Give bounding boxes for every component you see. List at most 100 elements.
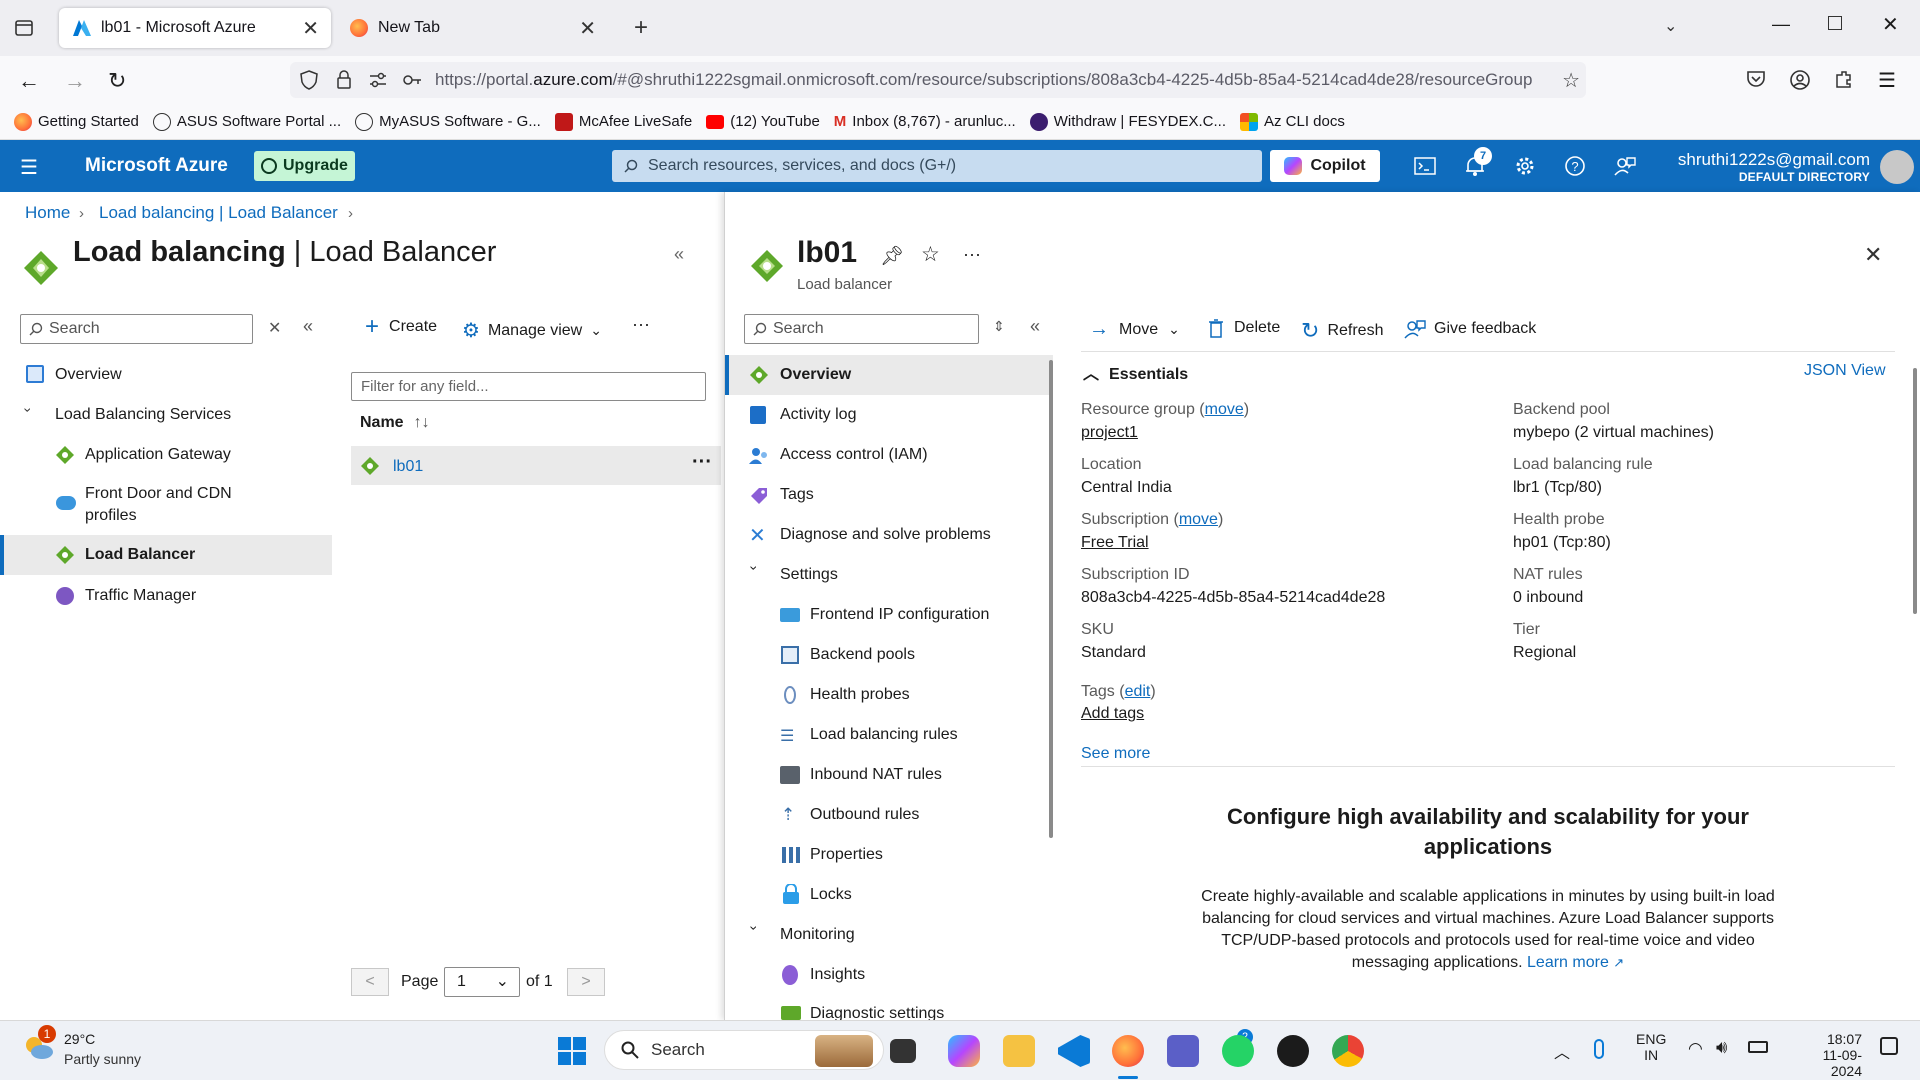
bookmark-star-icon[interactable]: ☆ [1562, 68, 1580, 93]
language-indicator[interactable]: ENG IN [1636, 1031, 1666, 1063]
azure-brand[interactable]: Microsoft Azure [85, 155, 228, 177]
collapse-menu-icon[interactable]: « [1030, 316, 1040, 337]
favorite-star-icon[interactable]: ☆ [921, 242, 940, 267]
chevron-up-icon[interactable]: ︿ [1554, 1039, 1570, 1063]
menu-frontend-ip[interactable]: Frontend IP configuration [810, 606, 989, 624]
expand-collapse-icon[interactable]: ⇕ [993, 318, 1005, 335]
create-button[interactable]: + Create [365, 315, 437, 339]
tab-azure[interactable]: lb01 - Microsoft Azure ✕ [59, 8, 331, 48]
more-actions-icon[interactable]: ··· [963, 244, 981, 265]
more-actions-icon[interactable]: ··· [632, 314, 650, 335]
clock[interactable]: 18:07 11-09-2024 [1792, 1031, 1862, 1079]
key-icon[interactable] [402, 71, 422, 89]
menu-backend-pools[interactable]: Backend pools [810, 646, 915, 664]
shield-icon[interactable] [300, 70, 318, 90]
bookmark-myasus[interactable]: MyASUS Software - G... [355, 112, 541, 131]
bookmark-youtube[interactable]: (12) YouTube [706, 113, 820, 130]
menu-insights[interactable]: Insights [810, 966, 865, 984]
page-select[interactable]: 1 ⌄ [444, 967, 520, 997]
nav-traffic-manager[interactable]: Traffic Manager [85, 587, 196, 605]
chevron-down-icon[interactable]: › [746, 926, 762, 931]
move-rg-link[interactable]: move [1205, 401, 1244, 418]
menu-tags[interactable]: Tags [780, 486, 814, 504]
prev-page-button[interactable]: < [351, 968, 389, 996]
refresh-button[interactable]: ↻ Refresh [1301, 318, 1383, 344]
bookmark-getting-started[interactable]: Getting Started [14, 112, 139, 131]
menu-scrollbar[interactable] [1049, 360, 1053, 838]
move-sub-link[interactable]: move [1179, 511, 1218, 528]
lock-icon[interactable] [336, 70, 352, 90]
close-tab-icon[interactable]: ✕ [579, 16, 596, 41]
nav-load-balancing-services[interactable]: Load Balancing Services [55, 406, 231, 424]
forward-icon[interactable]: → [64, 68, 86, 94]
restore-icon[interactable] [1828, 16, 1842, 30]
tab-list-icon[interactable] [14, 18, 34, 38]
row-more-icon[interactable]: ··· [692, 451, 712, 474]
resource-group-value[interactable]: project1 [1081, 424, 1138, 442]
close-window-icon[interactable]: ✕ [1882, 12, 1899, 37]
chevron-down-icon[interactable]: ⌄ [1664, 16, 1677, 36]
account-icon[interactable] [1789, 69, 1811, 91]
menu-activity-log[interactable]: Activity log [780, 406, 856, 424]
chevron-down-icon[interactable]: › [746, 566, 762, 571]
menu-properties[interactable]: Properties [810, 846, 883, 864]
notification-center-icon[interactable] [1880, 1037, 1898, 1055]
extensions-icon[interactable] [1834, 69, 1854, 89]
subscription-value[interactable]: Free Trial [1081, 534, 1149, 552]
feedback-button[interactable]: Give feedback [1404, 318, 1536, 340]
nav-overview[interactable]: Overview [55, 366, 122, 384]
left-search-input[interactable]: Search [20, 314, 253, 344]
clear-search-icon[interactable]: ✕ [268, 318, 281, 338]
learn-more-link[interactable]: Learn more ↗ [1527, 954, 1624, 971]
volume-icon[interactable]: 🔊︎ [1716, 1037, 1727, 1058]
essentials-toggle[interactable]: ︿ Essentials [1083, 360, 1188, 384]
windows-start-icon[interactable] [556, 1035, 588, 1067]
breadcrumb-load-balancing[interactable]: Load balancing | Load Balancer [99, 203, 338, 223]
move-button[interactable]: → Move ⌄ [1089, 318, 1180, 341]
task-view-icon[interactable] [890, 1039, 916, 1063]
add-tags-link[interactable]: Add tags [1081, 705, 1144, 723]
menu-inbound-nat[interactable]: Inbound NAT rules [810, 766, 942, 784]
portal-menu-icon[interactable]: ☰ [20, 155, 38, 180]
menu-outbound-rules[interactable]: Outbound rules [810, 806, 919, 824]
microphone-icon[interactable] [1594, 1039, 1604, 1059]
bookmark-az-cli[interactable]: Az CLI docs [1239, 112, 1345, 131]
upgrade-button[interactable]: Upgrade [254, 151, 355, 181]
whatsapp-icon[interactable] [1222, 1035, 1254, 1067]
file-explorer-icon[interactable] [1003, 1035, 1035, 1067]
copilot-app-icon[interactable] [948, 1035, 980, 1067]
menu-locks[interactable]: Locks [810, 886, 852, 904]
firefox-taskbar-icon[interactable] [1112, 1035, 1144, 1067]
battery-icon[interactable] [1748, 1041, 1768, 1053]
bookmark-mcafee[interactable]: McAfee LiveSafe [554, 112, 692, 131]
edit-tags-link[interactable]: edit [1125, 683, 1151, 700]
bookmark-fesydex[interactable]: Withdraw | FESYDEX.C... [1029, 112, 1226, 131]
nav-application-gateway[interactable]: Application Gateway [85, 446, 231, 464]
close-blade-icon[interactable]: ✕ [1864, 242, 1882, 268]
see-more-link[interactable]: See more [1081, 745, 1150, 763]
pocket-icon[interactable] [1746, 69, 1766, 89]
content-scrollbar[interactable] [1913, 368, 1917, 614]
help-icon[interactable]: ? [1563, 154, 1587, 178]
new-tab-icon[interactable]: + [634, 14, 648, 42]
breadcrumb-home[interactable]: Home [25, 203, 70, 223]
menu-access-control[interactable]: Access control (IAM) [780, 446, 928, 464]
cloud-shell-icon[interactable] [1413, 154, 1437, 178]
menu-diagnose[interactable]: Diagnose and solve problems [780, 526, 991, 544]
url-bar[interactable]: https://portal.azure.com/#@shruthi1222sg… [290, 62, 1586, 98]
row-name-link[interactable]: lb01 [393, 458, 423, 476]
reload-icon[interactable]: ↻ [108, 68, 126, 94]
column-header-name[interactable]: Name ↑↓ [360, 414, 430, 432]
copilot-button[interactable]: Copilot [1270, 150, 1380, 182]
chrome-icon[interactable] [1332, 1035, 1364, 1067]
permissions-icon[interactable] [368, 71, 388, 89]
media-player-icon[interactable] [1277, 1035, 1309, 1067]
teams-icon[interactable] [1167, 1035, 1199, 1067]
delete-button[interactable]: Delete [1208, 318, 1280, 338]
resource-menu-search[interactable]: Search [744, 314, 979, 344]
nav-load-balancer[interactable]: Load Balancer [85, 546, 195, 564]
menu-settings-group[interactable]: Settings [780, 566, 838, 584]
chevron-down-icon[interactable]: › [20, 408, 36, 413]
menu-health-probes[interactable]: Health probes [810, 686, 910, 704]
menu-icon[interactable]: ☰ [1878, 68, 1896, 93]
